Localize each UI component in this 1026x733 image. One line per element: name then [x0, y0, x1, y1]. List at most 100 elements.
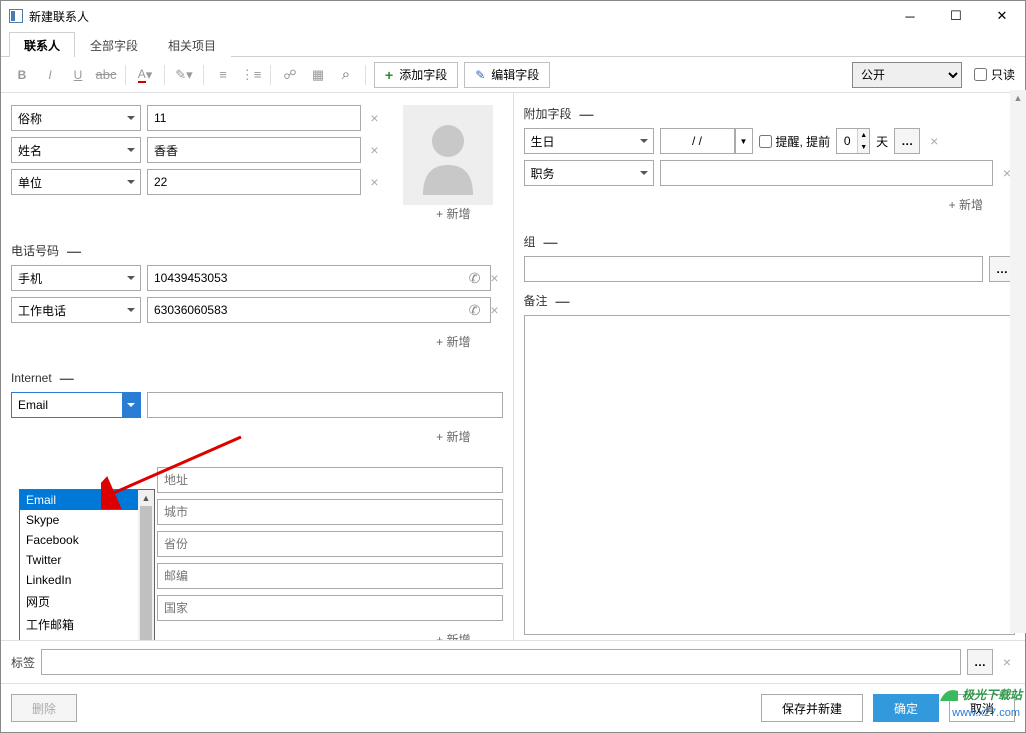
clear-tags[interactable]: × [999, 654, 1015, 670]
zip-input[interactable] [157, 563, 503, 589]
font-color-button[interactable]: A▾ [134, 64, 156, 86]
nickname-input[interactable] [147, 105, 361, 131]
name-type-dropdown[interactable]: 姓名 [11, 137, 141, 163]
dropdown-option[interactable]: LinkedIn [20, 570, 154, 590]
maximize-button[interactable]: ☐ [933, 1, 979, 31]
close-button[interactable]: ✕ [979, 1, 1025, 31]
left-pane: 俗称 × 姓名 × 单位 × + 新增 电话号码 — [1, 93, 514, 640]
strike-button[interactable]: abc [95, 64, 117, 86]
internet-type-dropdown[interactable]: Email [11, 392, 141, 418]
tab-related[interactable]: 相关项目 [153, 32, 231, 57]
clear-mobile[interactable]: × [487, 270, 503, 286]
dropdown-scrollbar[interactable]: ▲▼ [138, 490, 154, 640]
italic-button[interactable]: I [39, 64, 61, 86]
birthday-dropdown[interactable]: 生日 [524, 128, 654, 154]
attachment-button[interactable]: ⌕ [335, 64, 357, 86]
delete-button[interactable]: 删除 [11, 694, 77, 722]
city-input[interactable] [157, 499, 503, 525]
readonly-input[interactable] [974, 68, 987, 81]
group-input[interactable] [524, 256, 984, 282]
internet-dropdown-list[interactable]: Email Skype Facebook Twitter LinkedIn 网页… [19, 489, 155, 640]
save-new-button[interactable]: 保存并新建 [761, 694, 863, 722]
internet-header: Internet — [11, 370, 503, 386]
app-icon [9, 9, 23, 23]
address-input[interactable] [157, 467, 503, 493]
clear-nickname[interactable]: × [367, 110, 383, 126]
tags-more-button[interactable]: … [967, 649, 993, 675]
job-input[interactable] [660, 160, 994, 186]
phone-icon[interactable]: ✆ [469, 270, 481, 287]
collapse-group[interactable]: — [544, 234, 558, 250]
dropdown-option[interactable]: 工作邮箱 [20, 613, 154, 636]
remind-days-spinner[interactable]: ▲▼ [836, 128, 870, 154]
job-dropdown[interactable]: 职务 [524, 160, 654, 186]
dropdown-option[interactable]: Twitter [20, 550, 154, 570]
dropdown-option[interactable]: Facebook [20, 530, 154, 550]
dropdown-option[interactable]: 工作网页 [20, 636, 154, 640]
notes-textarea[interactable] [524, 315, 1016, 635]
bold-button[interactable]: B [11, 64, 33, 86]
mobile-type-dropdown[interactable]: 手机 [11, 265, 141, 291]
watermark: 极光下载站 [938, 683, 1022, 705]
tab-bar: 联系人 全部字段 相关项目 [1, 31, 1025, 57]
add-phone-field[interactable]: + 新增 [11, 329, 503, 360]
workphone-input[interactable] [147, 297, 491, 323]
add-extra-field[interactable]: + 新增 [524, 192, 1016, 223]
titlebar: 新建联系人 ─ ☐ ✕ [1, 1, 1025, 31]
tags-input[interactable] [41, 649, 961, 675]
more-button[interactable]: … [894, 128, 920, 154]
right-pane: 附加字段 — 生日 ▼ 提醒, 提前 ▲▼ 天 … × 职 [514, 93, 1026, 640]
pencil-icon: ✎ [475, 68, 485, 82]
add-field-button[interactable]: + 添加字段 [374, 62, 458, 88]
bullet-list-button[interactable]: ⋮≡ [240, 64, 262, 86]
country-input[interactable] [157, 595, 503, 621]
collapse-notes[interactable]: — [556, 293, 570, 309]
dropdown-option[interactable]: Skype [20, 510, 154, 530]
clear-name[interactable]: × [367, 142, 383, 158]
remind-label: 提醒, 提前 [776, 133, 831, 150]
dropdown-option[interactable]: Email [20, 490, 154, 510]
workphone-type-dropdown[interactable]: 工作电话 [11, 297, 141, 323]
collapse-phone[interactable]: — [67, 243, 81, 259]
minimize-button[interactable]: ─ [887, 1, 933, 31]
company-input[interactable] [147, 169, 361, 195]
date-input[interactable] [660, 128, 735, 154]
readonly-checkbox[interactable]: 只读 [974, 66, 1015, 83]
phone-icon[interactable]: ✆ [469, 302, 481, 319]
collapse-internet[interactable]: — [60, 370, 74, 386]
clear-company[interactable]: × [367, 174, 383, 190]
date-picker-icon[interactable]: ▼ [735, 128, 753, 154]
collapse-extra[interactable]: — [580, 106, 594, 122]
underline-button[interactable]: U [67, 64, 89, 86]
name-input[interactable] [147, 137, 361, 163]
readonly-label: 只读 [991, 66, 1015, 83]
image-button[interactable]: ▦ [307, 64, 329, 86]
edit-field-button[interactable]: ✎ 编辑字段 [464, 62, 550, 88]
main-scrollbar[interactable]: ▲ [1010, 93, 1025, 633]
notes-header: 备注 — [524, 292, 1016, 309]
company-type-dropdown[interactable]: 单位 [11, 169, 141, 195]
add-field-label: 添加字段 [399, 66, 447, 83]
add-name-field[interactable]: + 新增 [11, 201, 503, 232]
group-header: 组 — [524, 233, 1016, 250]
watermark-url: www.x27.com [952, 707, 1020, 719]
highlight-button[interactable]: ✎▾ [173, 64, 195, 86]
remind-checkbox[interactable] [759, 135, 772, 148]
avatar-placeholder[interactable] [403, 105, 493, 205]
province-input[interactable] [157, 531, 503, 557]
visibility-select[interactable]: 公开 [852, 62, 962, 88]
mobile-input[interactable] [147, 265, 491, 291]
plus-icon: + [385, 67, 393, 83]
dropdown-option[interactable]: 网页 [20, 590, 154, 613]
add-internet-field[interactable]: + 新增 [11, 424, 503, 455]
clear-workphone[interactable]: × [487, 302, 503, 318]
tags-footer: 标签 … × [1, 640, 1025, 683]
clear-birthday[interactable]: × [926, 133, 942, 149]
internet-input[interactable] [147, 392, 503, 418]
ok-button[interactable]: 确定 [873, 694, 939, 722]
tab-contacts[interactable]: 联系人 [9, 32, 75, 57]
tab-all-fields[interactable]: 全部字段 [75, 32, 153, 57]
nickname-type-dropdown[interactable]: 俗称 [11, 105, 141, 131]
link-button[interactable]: ☍ [279, 64, 301, 86]
numbered-list-button[interactable]: ≡ [212, 64, 234, 86]
